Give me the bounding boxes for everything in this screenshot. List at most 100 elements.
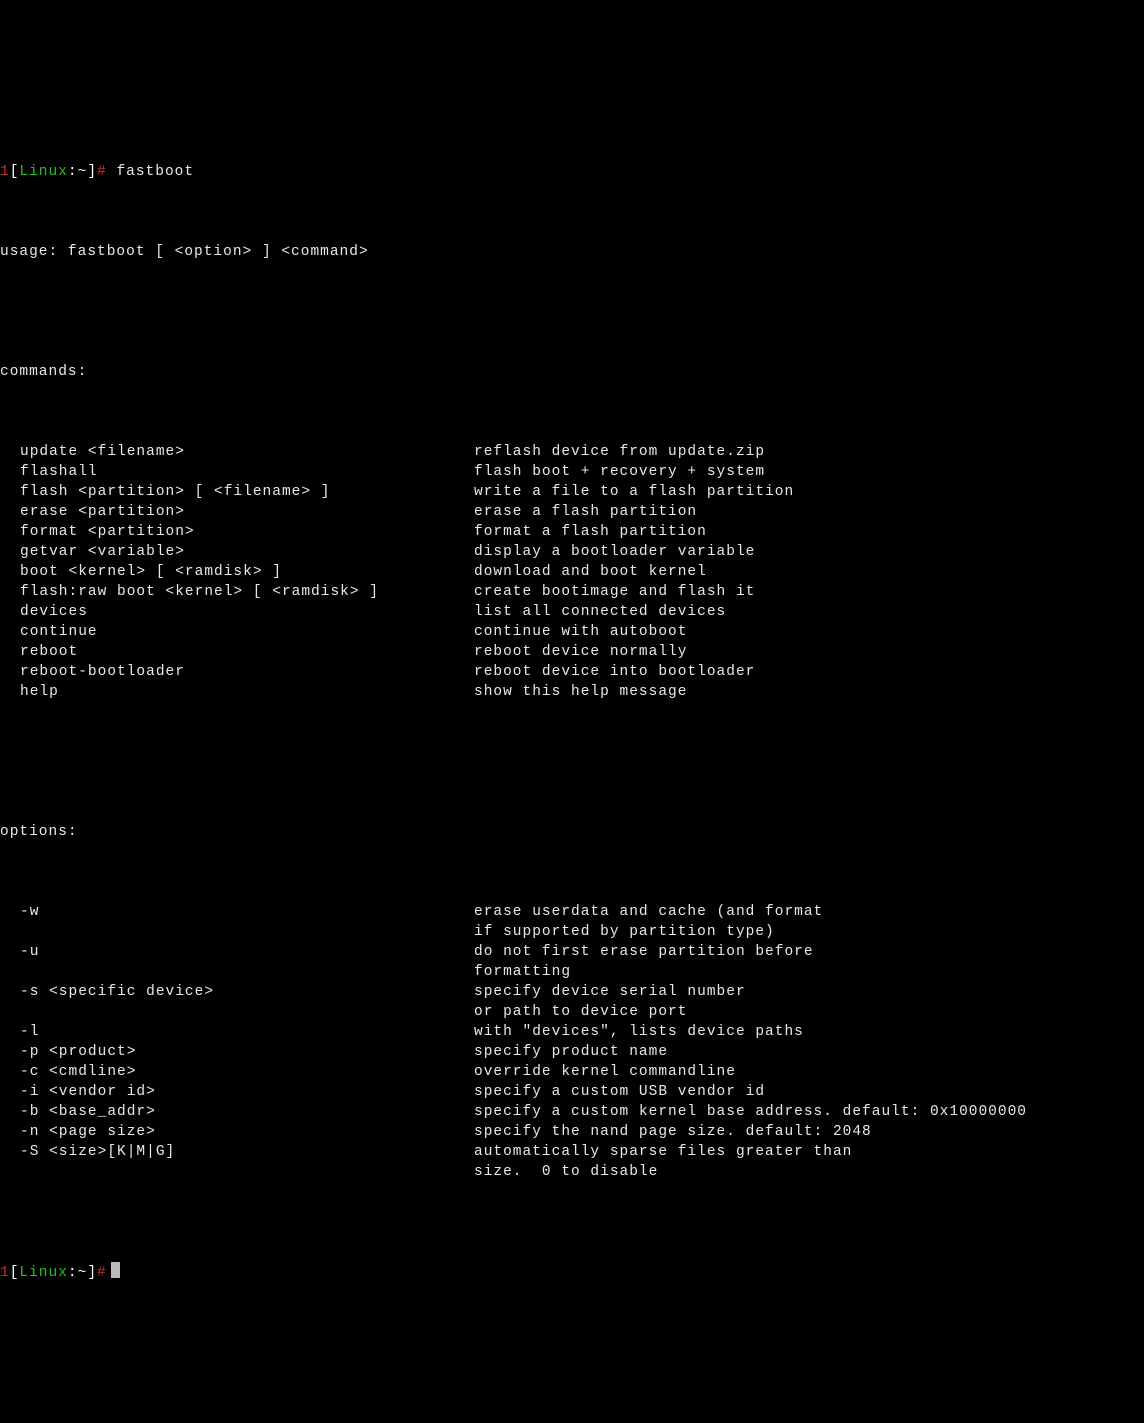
help-row: -udo not first erase partition before	[0, 942, 1144, 962]
help-row: or path to device port	[0, 1002, 1144, 1022]
help-row-syntax	[0, 1162, 474, 1182]
help-row-syntax: -l	[0, 1022, 474, 1042]
help-row: format <partition>format a flash partiti…	[0, 522, 1144, 542]
help-row: flash <partition> [ <filename> ]write a …	[0, 482, 1144, 502]
help-row-syntax: update <filename>	[0, 442, 474, 462]
help-row-syntax: -n <page size>	[0, 1122, 474, 1142]
prompt-line[interactable]: 1[Linux:~]# fastboot	[0, 162, 1144, 182]
help-row-description: create bootimage and flash it	[474, 582, 1144, 602]
commands-list: update <filename>reflash device from upd…	[0, 442, 1144, 702]
help-row-description: write a file to a flash partition	[474, 482, 1144, 502]
help-row-description: specify a custom USB vendor id	[474, 1082, 1144, 1102]
help-row-syntax: -u	[0, 942, 474, 962]
options-list: -werase userdata and cache (and formatif…	[0, 902, 1144, 1182]
help-row-syntax: reboot-bootloader	[0, 662, 474, 682]
help-row-description: flash boot + recovery + system	[474, 462, 1144, 482]
prompt-number: 1	[0, 1265, 10, 1281]
cursor	[111, 1262, 120, 1278]
help-row: rebootreboot device normally	[0, 642, 1144, 662]
help-row-syntax: format <partition>	[0, 522, 474, 542]
help-row-description: format a flash partition	[474, 522, 1144, 542]
help-row-syntax: -i <vendor id>	[0, 1082, 474, 1102]
prompt-number: 1	[0, 164, 10, 180]
prompt-line[interactable]: 1[Linux:~]#	[0, 1262, 1144, 1283]
help-row-description: erase a flash partition	[474, 502, 1144, 522]
help-row: -n <page size>specify the nand page size…	[0, 1122, 1144, 1142]
help-row-syntax	[0, 1002, 474, 1022]
help-row-syntax: -w	[0, 902, 474, 922]
prompt-cwd: ~	[78, 1265, 88, 1281]
help-row-description: override kernel commandline	[474, 1062, 1144, 1082]
prompt-hash: #	[97, 1265, 107, 1281]
help-row-description: automatically sparse files greater than	[474, 1142, 1144, 1162]
help-row-syntax: -b <base_addr>	[0, 1102, 474, 1122]
terminal-output: 1[Linux:~]# fastboot usage: fastboot [ <…	[0, 82, 1144, 1323]
help-row-syntax: -c <cmdline>	[0, 1062, 474, 1082]
help-row-description: erase userdata and cache (and format	[474, 902, 1144, 922]
help-row-description: reboot device into bootloader	[474, 662, 1144, 682]
help-row-syntax: -s <specific device>	[0, 982, 474, 1002]
help-row: getvar <variable>display a bootloader va…	[0, 542, 1144, 562]
prompt-lbracket: [	[10, 164, 20, 180]
prompt-lbracket: [	[10, 1265, 20, 1281]
help-row-description: display a bootloader variable	[474, 542, 1144, 562]
prompt-rbracket: ]	[87, 164, 97, 180]
help-row-description: continue with autoboot	[474, 622, 1144, 642]
help-row-description: if supported by partition type)	[474, 922, 1144, 942]
help-row-description: show this help message	[474, 682, 1144, 702]
typed-command: fastboot	[116, 164, 194, 180]
help-row: -S <size>[K|M|G]automatically sparse fil…	[0, 1142, 1144, 1162]
help-row: flash:raw boot <kernel> [ <ramdisk> ]cre…	[0, 582, 1144, 602]
help-row-description: size. 0 to disable	[474, 1162, 1144, 1182]
help-row-description: or path to device port	[474, 1002, 1144, 1022]
blank-line	[0, 302, 1144, 322]
prompt-hash: #	[97, 164, 107, 180]
help-row-syntax: devices	[0, 602, 474, 622]
help-row-description: specify the nand page size. default: 204…	[474, 1122, 1144, 1142]
help-row-description: reboot device normally	[474, 642, 1144, 662]
help-row: -i <vendor id>specify a custom USB vendo…	[0, 1082, 1144, 1102]
options-header: options:	[0, 822, 1144, 842]
help-row: -werase userdata and cache (and format	[0, 902, 1144, 922]
help-row: continuecontinue with autoboot	[0, 622, 1144, 642]
help-row: -s <specific device>specify device seria…	[0, 982, 1144, 1002]
prompt-cwd: ~	[78, 164, 88, 180]
help-row-syntax: flashall	[0, 462, 474, 482]
help-row: -b <base_addr>specify a custom kernel ba…	[0, 1102, 1144, 1122]
help-row-description: list all connected devices	[474, 602, 1144, 622]
prompt-colon: :	[68, 1265, 78, 1281]
help-row-description: specify a custom kernel base address. de…	[474, 1102, 1144, 1122]
help-row: formatting	[0, 962, 1144, 982]
prompt-rbracket: ]	[87, 1265, 97, 1281]
help-row-syntax	[0, 922, 474, 942]
help-row-syntax: help	[0, 682, 474, 702]
help-row-description: with "devices", lists device paths	[474, 1022, 1144, 1042]
commands-header: commands:	[0, 362, 1144, 382]
help-row: helpshow this help message	[0, 682, 1144, 702]
help-row: erase <partition>erase a flash partition	[0, 502, 1144, 522]
help-row-syntax: -S <size>[K|M|G]	[0, 1142, 474, 1162]
help-row-syntax: getvar <variable>	[0, 542, 474, 562]
help-row-syntax: flash <partition> [ <filename> ]	[0, 482, 474, 502]
help-row-syntax: continue	[0, 622, 474, 642]
help-row-syntax: flash:raw boot <kernel> [ <ramdisk> ]	[0, 582, 474, 602]
help-row: boot <kernel> [ <ramdisk> ]download and …	[0, 562, 1144, 582]
prompt-colon: :	[68, 164, 78, 180]
help-row-description: reflash device from update.zip	[474, 442, 1144, 462]
prompt-host: Linux	[19, 164, 68, 180]
help-row: -lwith "devices", lists device paths	[0, 1022, 1144, 1042]
prompt-host: Linux	[19, 1265, 68, 1281]
help-row: flashallflash boot + recovery + system	[0, 462, 1144, 482]
help-row-description: formatting	[474, 962, 1144, 982]
help-row-description: download and boot kernel	[474, 562, 1144, 582]
help-row-syntax: reboot	[0, 642, 474, 662]
help-row-description: specify device serial number	[474, 982, 1144, 1002]
help-row: size. 0 to disable	[0, 1162, 1144, 1182]
usage-line: usage: fastboot [ <option> ] <command>	[0, 242, 1144, 262]
help-row-syntax: boot <kernel> [ <ramdisk> ]	[0, 562, 474, 582]
help-row-syntax: erase <partition>	[0, 502, 474, 522]
help-row-syntax: -p <product>	[0, 1042, 474, 1062]
help-row-description: specify product name	[474, 1042, 1144, 1062]
help-row-syntax	[0, 962, 474, 982]
help-row: -c <cmdline>override kernel commandline	[0, 1062, 1144, 1082]
